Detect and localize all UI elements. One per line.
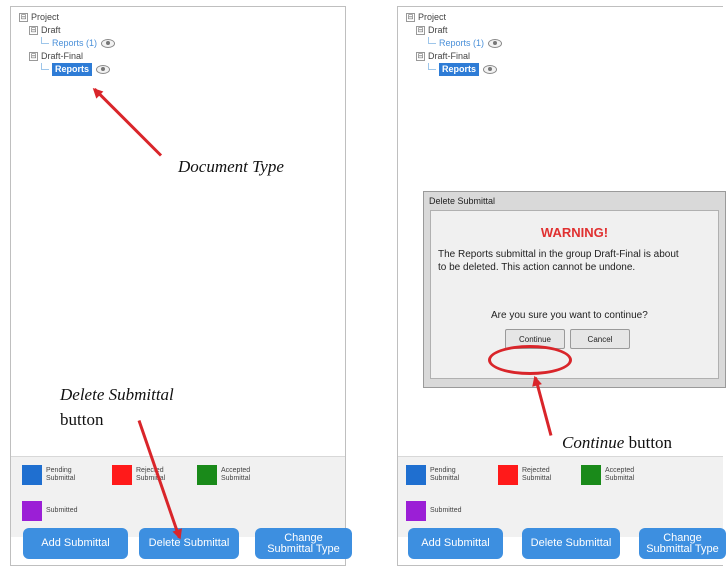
collapse-icon[interactable]: ⊟ <box>416 52 425 61</box>
status-legend: Pending Submittal Rejected Submittal Acc… <box>11 456 345 537</box>
delete-submittal-button[interactable]: Delete Submittal <box>522 528 620 559</box>
document-type-annotation: Document Type <box>178 157 284 177</box>
tree-label-project: Project <box>418 12 447 22</box>
tree-connector <box>428 37 436 44</box>
legend-label: Rejected Submittal <box>522 467 552 482</box>
tree-label-draft: Draft <box>428 25 448 35</box>
accepted-swatch <box>581 465 601 485</box>
dialog-title: Delete Submittal <box>429 196 496 206</box>
annotation-text: Delete Submittal <box>60 385 174 404</box>
tree-node-draft-reports[interactable]: Reports (1) <box>41 37 116 50</box>
tree-node-final-reports[interactable]: Reports <box>428 63 498 76</box>
annotation-text: Continue <box>562 433 625 452</box>
legend-label: Accepted Submittal <box>605 467 635 482</box>
legend-submitted: Submitted <box>406 501 462 521</box>
legend-submitted: Submitted <box>22 501 78 521</box>
change-submittal-type-button[interactable]: Change Submittal Type <box>255 528 352 559</box>
collapse-icon[interactable]: ⊟ <box>29 26 38 35</box>
delete-submittal-button[interactable]: Delete Submittal <box>139 528 239 559</box>
tree-label-reports-selected: Reports <box>52 63 93 76</box>
legend-label: Accepted Submittal <box>221 467 251 482</box>
tree-node-draft-reports[interactable]: Reports (1) <box>428 37 503 50</box>
tree-node-draft-final[interactable]: ⊟ Draft-Final <box>29 50 83 63</box>
tree-node-draft-final[interactable]: ⊟ Draft-Final <box>416 50 470 63</box>
dialog-question: Are you sure you want to continue? <box>491 310 648 321</box>
legend-rejected: Rejected Submittal <box>498 465 554 485</box>
legend-label: Pending Submittal <box>430 467 460 482</box>
eye-icon[interactable] <box>488 39 503 48</box>
legend-pending: Pending Submittal <box>406 465 462 485</box>
dialog-message: The Reports submittal in the group Draft… <box>438 249 679 273</box>
pending-swatch <box>22 465 42 485</box>
delete-submittal-annotation: Delete Submittal button <box>60 382 174 432</box>
collapse-icon[interactable]: ⊟ <box>29 52 38 61</box>
dialog-body: WARNING! The Reports submittal in the gr… <box>430 210 719 379</box>
change-submittal-type-button[interactable]: Change Submittal Type <box>639 528 726 559</box>
tree-label-draft-final: Draft-Final <box>428 51 471 61</box>
tree-label-reports: Reports (1) <box>439 38 485 48</box>
eye-icon[interactable] <box>483 65 498 74</box>
tree-node-project[interactable]: ⊟ Project <box>19 11 59 24</box>
submitted-swatch <box>22 501 42 521</box>
legend-label: Pending Submittal <box>46 467 76 482</box>
add-submittal-button[interactable]: Add Submittal <box>408 528 503 559</box>
collapse-icon[interactable]: ⊟ <box>406 13 415 22</box>
legend-pending: Pending Submittal <box>22 465 78 485</box>
tree-node-final-reports[interactable]: Reports <box>41 63 111 76</box>
collapse-icon[interactable]: ⊟ <box>19 13 28 22</box>
accepted-swatch <box>197 465 217 485</box>
collapse-icon[interactable]: ⊟ <box>416 26 425 35</box>
legend-label: Rejected Submittal <box>136 467 166 482</box>
status-legend: Pending Submittal Rejected Submittal Acc… <box>398 456 723 537</box>
tree-label-reports-selected: Reports <box>439 63 480 76</box>
submitted-swatch <box>406 501 426 521</box>
warning-heading: WARNING! <box>540 225 609 240</box>
continue-highlight-ring <box>488 345 572 375</box>
delete-submittal-dialog: Delete Submittal WARNING! The Reports su… <box>423 191 726 388</box>
legend-label: Submitted <box>430 507 462 514</box>
legend-accepted: Accepted Submittal <box>197 465 253 485</box>
continue-button-annotation: Continue button <box>562 433 672 453</box>
legend-label: Submitted <box>46 507 78 514</box>
legend-accepted: Accepted Submittal <box>581 465 637 485</box>
pending-swatch <box>406 465 426 485</box>
annotation-text: button <box>60 410 104 429</box>
tree-label-project: Project <box>31 12 60 22</box>
annotation-text: Document Type <box>178 157 284 176</box>
tree-connector <box>41 63 49 70</box>
submittal-panel-left: ⊟ Project ⊟ Draft Reports (1) ⊟ Draft-Fi… <box>10 6 346 566</box>
tree-label-draft: Draft <box>41 25 61 35</box>
cancel-button[interactable]: Cancel <box>570 329 630 349</box>
tree-label-draft-final: Draft-Final <box>41 51 84 61</box>
tree-node-draft[interactable]: ⊟ Draft <box>29 24 61 37</box>
tree-label-reports: Reports (1) <box>52 38 98 48</box>
eye-icon[interactable] <box>96 65 111 74</box>
annotation-text: button <box>628 433 673 452</box>
eye-icon[interactable] <box>101 39 116 48</box>
tree-node-draft[interactable]: ⊟ Draft <box>416 24 448 37</box>
rejected-swatch <box>112 465 132 485</box>
add-submittal-button[interactable]: Add Submittal <box>23 528 128 559</box>
rejected-swatch <box>498 465 518 485</box>
tree-node-project[interactable]: ⊟ Project <box>406 11 446 24</box>
tree-connector <box>41 37 49 44</box>
tree-connector <box>428 63 436 70</box>
